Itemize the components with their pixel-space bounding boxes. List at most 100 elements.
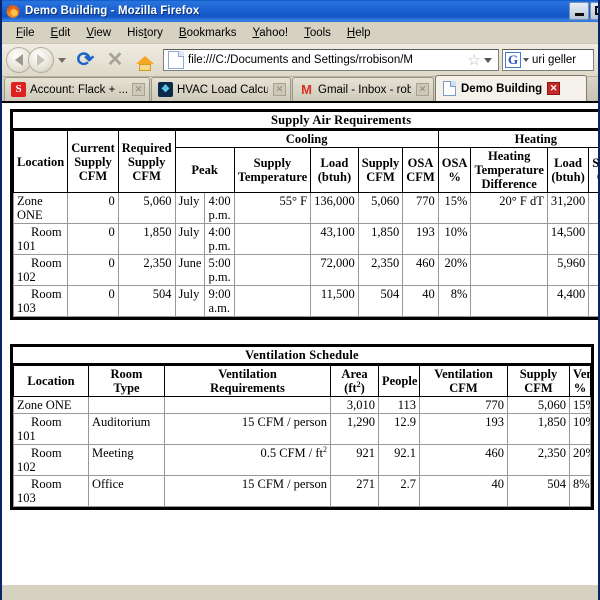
cell-room-type: Office [88, 475, 165, 507]
stop-button[interactable]: ✕ [102, 47, 128, 73]
cell-people: 2.7 [378, 475, 420, 507]
cell-people: 113 [378, 396, 420, 414]
history-dropdown-icon[interactable] [58, 57, 66, 63]
supply-air-group-header-row: Location Current Supply CFM Required Sup… [12, 129, 598, 193]
cell-peak-month: July [174, 285, 206, 317]
window-titlebar: Demo Building - Mozilla Firefox [2, 0, 598, 22]
cell-supply-temperature [233, 223, 312, 255]
col-people: People [378, 364, 420, 397]
cell-cooling-load: 72,000 [310, 254, 359, 286]
menu-edit[interactable]: Edit [43, 25, 79, 41]
label-line: Supply [127, 154, 166, 169]
label-line: (btuh) [551, 170, 585, 184]
vent-req-text: 0.5 CFM / ft [260, 446, 323, 460]
col-ventilation-requirements: Ventilation Requirements [164, 364, 331, 397]
location-line-2: ONE [17, 208, 43, 222]
search-engine-dropdown-icon[interactable] [523, 58, 529, 62]
peak-time-1: 4:00 [208, 225, 231, 239]
label-line: OSA [441, 156, 468, 170]
cell-current-supply-cfm: 0 [67, 254, 119, 286]
cell-area: 271 [330, 475, 379, 507]
tab-account-flack[interactable]: S Account: Flack + ... ✕ [4, 77, 150, 101]
back-arrow-icon [15, 54, 23, 66]
label-line: CFM [78, 168, 108, 183]
menu-history[interactable]: History [119, 25, 171, 41]
minimize-button[interactable] [569, 2, 589, 20]
reload-button[interactable]: ⟳ [72, 47, 98, 73]
col-heating-supply-cfm: Supply CFM [588, 147, 598, 193]
menu-tools[interactable]: Tools [296, 25, 339, 41]
tab-close-button[interactable]: ✕ [132, 83, 145, 96]
menu-bookmarks[interactable]: Bookmarks [171, 25, 245, 41]
bookmark-star-icon[interactable]: ☆ [468, 53, 481, 68]
search-bar[interactable]: G uri geller [502, 49, 594, 71]
menu-bar: File Edit View History Bookmarks Yahoo! … [2, 22, 598, 44]
search-input[interactable]: uri geller [532, 54, 576, 66]
tab-close-button[interactable]: ✕ [273, 83, 286, 96]
label-line: Supply [361, 156, 400, 170]
menu-file[interactable]: File [8, 25, 43, 41]
cell-supply-cfm: 2,350 [507, 444, 570, 476]
cell-cooling-supply-cfm: 2,350 [357, 254, 404, 286]
cell-area: 1,290 [330, 413, 379, 445]
label-line: Ventilation [218, 367, 277, 381]
col-current-supply-cfm: Current Supply CFM [67, 129, 119, 193]
location-line-2: 101 [17, 429, 36, 443]
window-title: Demo Building - Mozilla Firefox [25, 5, 200, 17]
google-icon[interactable]: G [505, 52, 521, 68]
page-favicon-icon [168, 51, 184, 69]
peak-time-2: p.m. [208, 270, 231, 284]
navigation-toolbar: ⟳ ✕ file:///C:/Documents and Settings/rr… [2, 44, 598, 77]
location-line-1: Room [31, 415, 62, 429]
label-line: Load [554, 156, 582, 170]
salesforce-icon: S [11, 82, 26, 97]
forward-button[interactable] [28, 47, 54, 73]
url-input[interactable]: file:///C:/Documents and Settings/rrobis… [188, 54, 465, 66]
location-line-2: 102 [17, 460, 36, 474]
location-line-1: Room [31, 225, 62, 239]
location-line-2: 103 [17, 491, 36, 505]
cell-ventilation-requirements: 15 CFM / person [164, 475, 331, 507]
tab-hvac-load-calculator[interactable]: ❖ HVAC Load Calcul... ✕ [151, 77, 291, 101]
tab-label: Account: Flack + ... [30, 83, 127, 96]
tab-gmail-inbox[interactable]: M Gmail - Inbox - rob... ✕ [292, 77, 434, 101]
table-row: Zone ONE 3,010 113 770 5,060 15% [13, 396, 591, 414]
location-line-2: 101 [17, 239, 36, 253]
label-line: (btuh) [317, 170, 352, 184]
location-line-1: Room [31, 256, 62, 270]
cell-cooling-load: 11,500 [310, 285, 359, 317]
label-line: Heating [487, 149, 531, 163]
url-dropdown-icon[interactable] [484, 57, 492, 63]
maximize-button[interactable] [590, 2, 598, 20]
menu-view[interactable]: View [78, 25, 119, 41]
cell-peak-month: July [174, 192, 206, 224]
supply-air-title: Supply Air Requirements [13, 112, 598, 131]
cell-cooling-osa-cfm: 460 [402, 254, 439, 286]
cell-required-supply-cfm: 5,060 [117, 192, 176, 224]
ventilation-title: Ventilation Schedule [13, 347, 591, 366]
menu-help[interactable]: Help [339, 25, 379, 41]
label-line: CFM [366, 170, 395, 184]
page-content: Supply Air Requirements Location Current… [2, 103, 598, 585]
label-line: Current [71, 140, 115, 155]
cell-ventilation-cfm: 193 [419, 413, 508, 445]
label-line: OSA [407, 156, 434, 170]
col-ventilation-pct: Ventilation % [569, 364, 591, 397]
tab-close-button[interactable]: ✕ [547, 82, 561, 95]
col-area: Area (ft2) [330, 364, 379, 397]
url-bar[interactable]: file:///C:/Documents and Settings/rrobis… [163, 49, 499, 71]
window-controls [569, 2, 598, 20]
cell-heating-temp-difference [470, 223, 548, 255]
table-row: Zone ONE 0 5,060 July 4:00 p.m. 55° F 13… [12, 192, 598, 224]
label-line: ) [360, 381, 365, 395]
cell-ventilation-requirements: 15 CFM / person [164, 413, 331, 445]
cell-supply-temperature: 55° F [233, 192, 312, 224]
peak-time-1: 4:00 [208, 194, 231, 208]
table-row: Room 102 0 2,350 June 5:00 p.m. 72,000 2… [12, 254, 598, 286]
home-button[interactable] [132, 47, 158, 73]
tab-close-button[interactable]: ✕ [416, 83, 429, 96]
tab-demo-building[interactable]: Demo Building ✕ [435, 75, 587, 101]
label-line: Required [121, 140, 172, 155]
tab-label: Demo Building [461, 82, 543, 95]
menu-yahoo[interactable]: Yahoo! [244, 25, 296, 41]
